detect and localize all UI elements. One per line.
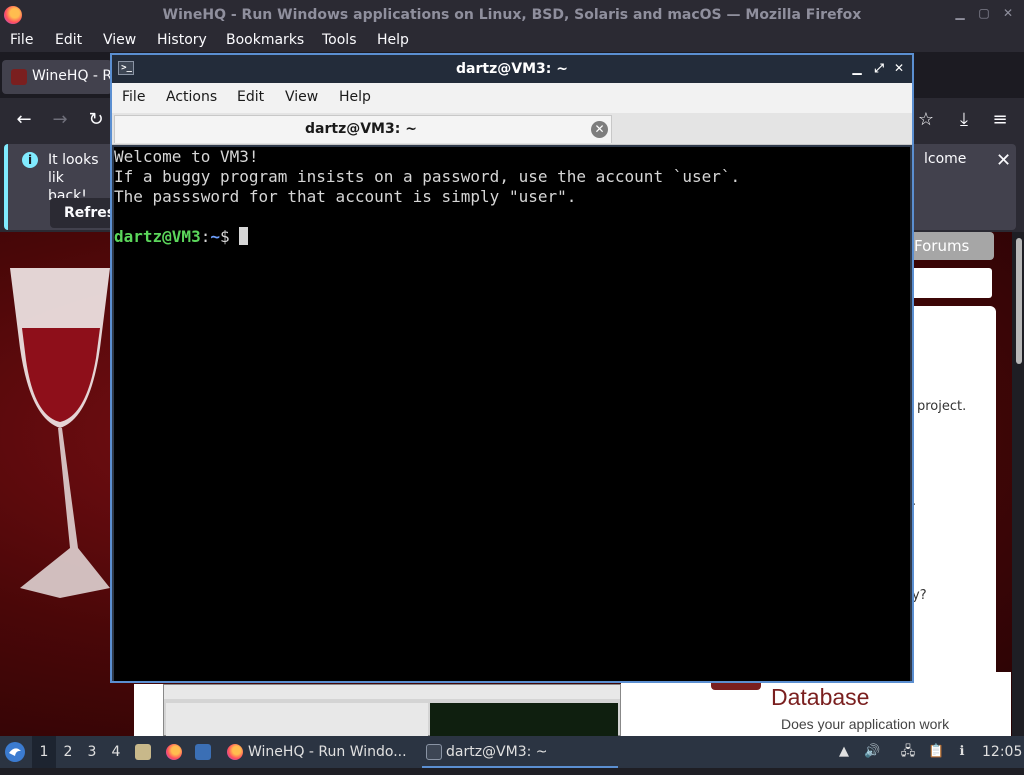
terminal-icon: >_ bbox=[118, 61, 134, 75]
menu-file[interactable]: File bbox=[10, 32, 33, 48]
menu-help[interactable]: Help bbox=[377, 32, 409, 48]
clock[interactable]: 12:05 bbox=[982, 736, 1022, 768]
terminal-title-bar[interactable]: >_ dartz@VM3: ~ ▁ ⤢ ✕ bbox=[112, 55, 912, 83]
task-label: WineHQ - Run Windo... bbox=[248, 744, 407, 760]
prompt-separator: : bbox=[200, 227, 211, 246]
window-title: WineHQ - Run Windows applications on Lin… bbox=[162, 7, 862, 23]
term-menu-view[interactable]: View bbox=[285, 89, 318, 105]
firefox-icon bbox=[4, 6, 22, 24]
term-menu-help[interactable]: Help bbox=[339, 89, 371, 105]
tab-label: WineHQ - Ru bbox=[32, 68, 121, 84]
desktop-icon[interactable] bbox=[195, 744, 211, 760]
terminal-menubar: File Actions Edit View Help bbox=[112, 83, 912, 113]
terminal-window: >_ dartz@VM3: ~ ▁ ⤢ ✕ File Actions Edit … bbox=[110, 53, 914, 683]
downloads-icon[interactable]: ⤓ bbox=[952, 108, 976, 132]
tab-winehq[interactable]: WineHQ - Ru bbox=[2, 60, 120, 94]
terminal-prompt: dartz@VM3:~$ bbox=[114, 227, 910, 247]
firefox-menubar: File Edit View History Bookmarks Tools H… bbox=[0, 30, 1024, 52]
hamburger-menu-icon[interactable]: ≡ bbox=[988, 108, 1012, 132]
term-menu-file[interactable]: File bbox=[122, 89, 145, 105]
start-menu-icon[interactable] bbox=[4, 736, 28, 768]
close-icon[interactable]: ✕ bbox=[1000, 5, 1016, 21]
appdb-title: Database bbox=[771, 684, 870, 710]
terminal-line: The passsword for that account is simply… bbox=[114, 187, 577, 206]
content-strip bbox=[134, 684, 164, 736]
taskbar: 1 2 3 4 WineHQ - Run Windo... dartz@VM3:… bbox=[0, 736, 1024, 768]
workspace-3[interactable]: 3 bbox=[80, 736, 104, 768]
task-label: dartz@VM3: ~ bbox=[446, 744, 548, 760]
tab-close-icon[interactable]: ✕ bbox=[591, 121, 608, 138]
workspace-4[interactable]: 4 bbox=[104, 736, 128, 768]
maximize-icon[interactable]: ▢ bbox=[976, 5, 992, 21]
workspace-2[interactable]: 2 bbox=[56, 736, 80, 768]
wine-glass-logo bbox=[10, 268, 110, 598]
panel-text-project: project. bbox=[917, 399, 967, 414]
scrollbar-thumb[interactable] bbox=[1016, 238, 1022, 364]
close-icon[interactable]: ✕ bbox=[892, 61, 906, 75]
menu-history[interactable]: History bbox=[157, 32, 207, 48]
maximize-icon[interactable]: ⤢ bbox=[872, 61, 886, 75]
terminal-tab-bar: dartz@VM3: ~ ✕ bbox=[112, 113, 912, 145]
notification-icon[interactable]: ℹ bbox=[954, 744, 970, 760]
appdb-subtitle: Does your application work bbox=[781, 716, 950, 732]
winehq-favicon bbox=[11, 69, 27, 85]
prompt-path: ~ bbox=[210, 227, 220, 246]
notification-welcome-text: lcome bbox=[924, 151, 967, 167]
forums-nav-link[interactable]: Forums bbox=[912, 232, 994, 260]
term-menu-edit[interactable]: Edit bbox=[237, 89, 264, 105]
reload-icon[interactable]: ↻ bbox=[84, 108, 108, 132]
volume-icon[interactable]: 🔊 bbox=[864, 744, 880, 760]
network-icon[interactable]: 🖧 bbox=[900, 744, 916, 760]
minimize-icon[interactable]: ▁ bbox=[850, 61, 864, 75]
clipboard-icon[interactable]: 📋 bbox=[928, 744, 944, 760]
app-screenshot-image bbox=[163, 684, 621, 736]
terminal-line: If a buggy program insists on a password… bbox=[114, 167, 741, 186]
terminal-tab[interactable]: dartz@VM3: ~ ✕ bbox=[114, 115, 612, 143]
menu-edit[interactable]: Edit bbox=[55, 32, 82, 48]
prompt-user: dartz@VM3 bbox=[114, 227, 201, 246]
menu-bookmarks[interactable]: Bookmarks bbox=[226, 32, 304, 48]
menu-view[interactable]: View bbox=[103, 32, 136, 48]
term-menu-actions[interactable]: Actions bbox=[166, 89, 217, 105]
page-scrollbar[interactable] bbox=[1012, 232, 1024, 736]
notification-close-icon[interactable]: ✕ bbox=[996, 150, 1011, 171]
terminal-output[interactable]: Welcome to VM3! If a buggy program insis… bbox=[114, 147, 910, 681]
back-icon[interactable]: ← bbox=[12, 108, 36, 132]
tray-up-arrow-icon[interactable]: ▲ bbox=[836, 744, 852, 760]
file-manager-icon[interactable] bbox=[135, 744, 151, 760]
menu-tools[interactable]: Tools bbox=[322, 32, 357, 48]
firefox-task-icon bbox=[227, 744, 243, 760]
workspace-1[interactable]: 1 bbox=[32, 736, 56, 768]
notification-text-line1: It looks lik bbox=[48, 152, 99, 186]
terminal-tab-label: dartz@VM3: ~ bbox=[305, 121, 417, 137]
terminal-title: dartz@VM3: ~ bbox=[456, 61, 568, 77]
panel-text-question: y? bbox=[912, 588, 927, 603]
terminal-line: Welcome to VM3! bbox=[114, 147, 259, 166]
info-icon: i bbox=[22, 152, 38, 168]
site-search-input[interactable] bbox=[912, 268, 992, 298]
firefox-launcher-icon[interactable] bbox=[166, 744, 182, 760]
forward-icon[interactable]: → bbox=[48, 108, 72, 132]
terminal-task-icon bbox=[426, 744, 442, 760]
minimize-icon[interactable]: ▁ bbox=[952, 5, 968, 21]
prompt-symbol: $ bbox=[219, 227, 240, 246]
appdb-accent bbox=[711, 682, 761, 690]
text-cursor bbox=[239, 227, 249, 245]
bookmark-star-icon[interactable]: ☆ bbox=[914, 108, 938, 132]
firefox-title-bar[interactable]: WineHQ - Run Windows applications on Lin… bbox=[0, 0, 1024, 30]
taskbar-terminal-task[interactable]: dartz@VM3: ~ bbox=[422, 736, 618, 768]
notification-text: It looks lik back! bbox=[48, 151, 108, 205]
taskbar-firefox-task[interactable]: WineHQ - Run Windo... bbox=[224, 736, 420, 768]
